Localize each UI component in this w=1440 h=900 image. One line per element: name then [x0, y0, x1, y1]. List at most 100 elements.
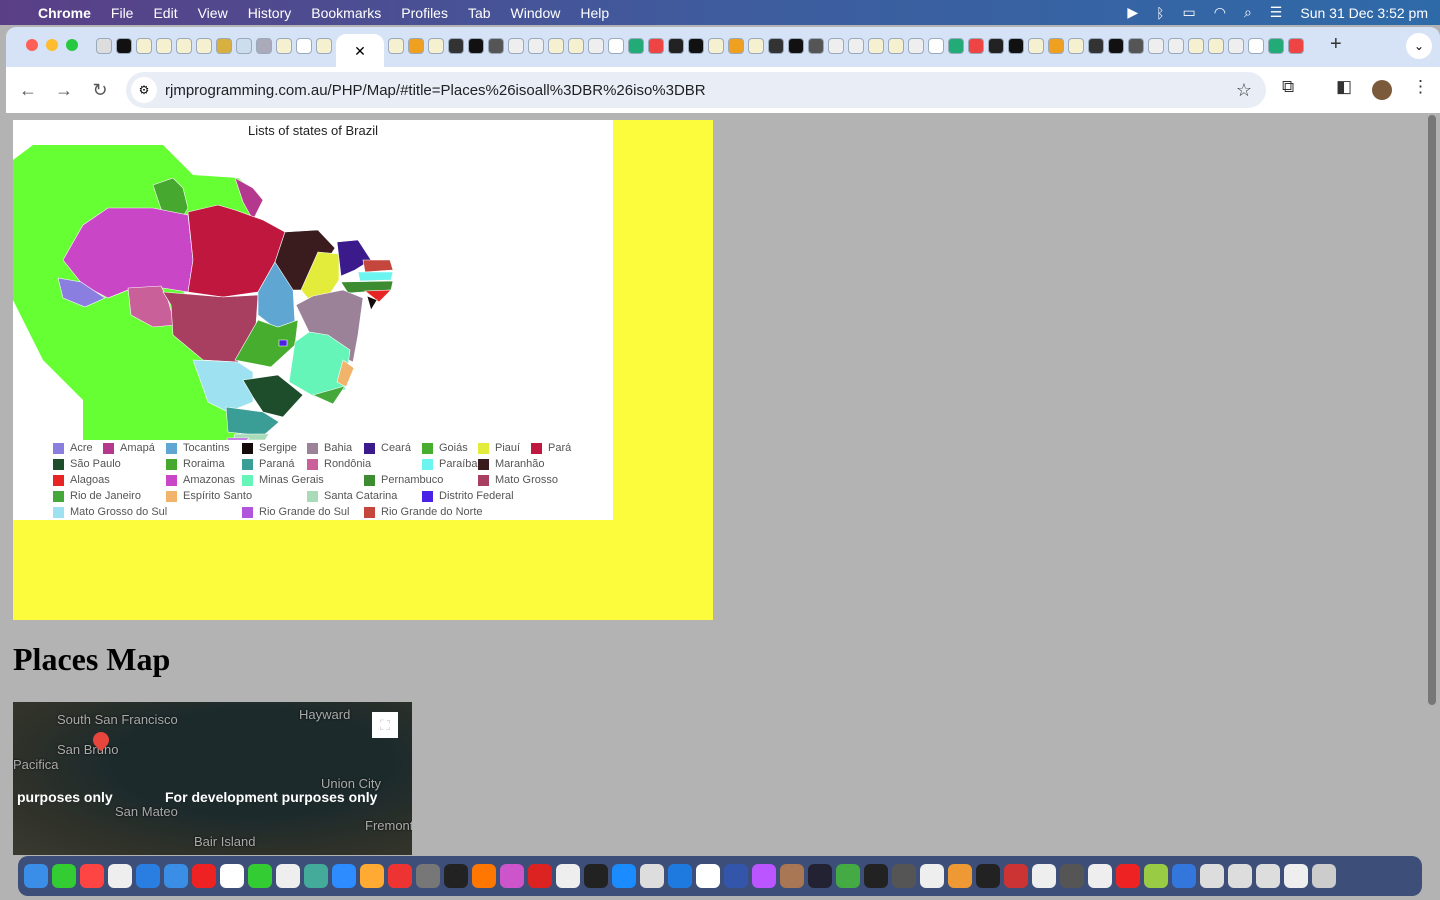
dock-app-icon[interactable] — [948, 864, 972, 888]
profile-avatar[interactable] — [1372, 80, 1392, 100]
dock-app-icon[interactable] — [976, 864, 1000, 888]
close-tab-icon[interactable]: ✕ — [354, 43, 366, 60]
dock-app-icon[interactable] — [1284, 864, 1308, 888]
dock-app-icon[interactable] — [920, 864, 944, 888]
menu-tab[interactable]: Tab — [468, 5, 491, 21]
dock-app-icon[interactable] — [836, 864, 860, 888]
tab-favicon[interactable] — [1188, 38, 1204, 54]
dock-app-icon[interactable] — [1312, 864, 1336, 888]
dock-app-icon[interactable] — [416, 864, 440, 888]
menu-edit[interactable]: Edit — [153, 5, 177, 21]
tab-favicon[interactable] — [928, 38, 944, 54]
extensions-icon[interactable]: ⧉ — [1282, 77, 1294, 97]
tab-favicon[interactable] — [296, 38, 312, 54]
dock-app-icon[interactable] — [808, 864, 832, 888]
bookmark-star-icon[interactable]: ☆ — [1236, 80, 1252, 101]
tab-favicon[interactable] — [488, 38, 504, 54]
site-settings-icon[interactable]: ⚙ — [131, 77, 157, 103]
address-bar[interactable]: ⚙ rjmprogramming.com.au/PHP/Map/#title=P… — [126, 72, 1266, 108]
menu-file[interactable]: File — [111, 5, 134, 21]
side-panel-icon[interactable]: ◧ — [1336, 77, 1352, 97]
tab-favicon[interactable] — [628, 38, 644, 54]
tab-favicon[interactable] — [868, 38, 884, 54]
dock-app-icon[interactable] — [388, 864, 412, 888]
tab-favicon[interactable] — [1168, 38, 1184, 54]
bluetooth-icon[interactable]: ᛒ — [1156, 5, 1164, 21]
tab-favicon[interactable] — [1048, 38, 1064, 54]
tab-favicon[interactable] — [848, 38, 864, 54]
menu-window[interactable]: Window — [511, 5, 561, 21]
tab-favicon[interactable] — [216, 38, 232, 54]
dock-app-icon[interactable] — [220, 864, 244, 888]
tab-favicon[interactable] — [96, 38, 112, 54]
tab-favicon[interactable] — [708, 38, 724, 54]
tab-favicon[interactable] — [768, 38, 784, 54]
dock-app-icon[interactable] — [1032, 864, 1056, 888]
tab-favicon[interactable] — [1128, 38, 1144, 54]
tab-favicon[interactable] — [588, 38, 604, 54]
tab-favicon[interactable] — [508, 38, 524, 54]
tab-favicon[interactable] — [236, 38, 252, 54]
tab-favicon[interactable] — [688, 38, 704, 54]
tab-favicon[interactable] — [136, 38, 152, 54]
control-center-icon[interactable]: ☰ — [1270, 4, 1283, 21]
tab-favicon[interactable] — [1008, 38, 1024, 54]
tab-favicon[interactable] — [648, 38, 664, 54]
dock-app-icon[interactable] — [892, 864, 916, 888]
google-map[interactable]: South San Francisco San Bruno Pacifica H… — [13, 702, 412, 855]
tab-favicon[interactable] — [968, 38, 984, 54]
dock-app-icon[interactable] — [472, 864, 496, 888]
tab-favicon[interactable] — [548, 38, 564, 54]
tab-favicon[interactable] — [116, 38, 132, 54]
tab-favicon[interactable] — [1288, 38, 1304, 54]
dock-app-icon[interactable] — [444, 864, 468, 888]
tab-favicon[interactable] — [668, 38, 684, 54]
forward-icon[interactable]: → — [46, 80, 82, 101]
dock-app-icon[interactable] — [528, 864, 552, 888]
dock-app-icon[interactable] — [1144, 864, 1168, 888]
dock-app-icon[interactable] — [864, 864, 888, 888]
clock[interactable]: Sun 31 Dec 3:52 pm — [1300, 5, 1428, 21]
tab-favicon[interactable] — [568, 38, 584, 54]
url-text[interactable]: rjmprogramming.com.au/PHP/Map/#title=Pla… — [165, 82, 706, 99]
dock-app-icon[interactable] — [1256, 864, 1280, 888]
tab-favicon[interactable] — [176, 38, 192, 54]
tab-favicon[interactable] — [988, 38, 1004, 54]
dock-app-icon[interactable] — [500, 864, 524, 888]
tab-favicon[interactable] — [1268, 38, 1284, 54]
tab-favicon[interactable] — [388, 38, 404, 54]
dock-app-icon[interactable] — [304, 864, 328, 888]
dock-app-icon[interactable] — [192, 864, 216, 888]
state-rio-grande-do-norte[interactable] — [362, 259, 394, 273]
tab-favicon[interactable] — [728, 38, 744, 54]
new-tab-button[interactable]: + — [1330, 33, 1342, 56]
tab-favicon[interactable] — [276, 38, 292, 54]
dock-app-icon[interactable] — [276, 864, 300, 888]
tab-favicon[interactable] — [428, 38, 444, 54]
tab-favicon[interactable] — [948, 38, 964, 54]
tab-favicon[interactable] — [788, 38, 804, 54]
dock-app-icon[interactable] — [332, 864, 356, 888]
search-icon[interactable]: ⌕ — [1244, 4, 1252, 21]
scrollbar[interactable] — [1428, 115, 1436, 705]
battery-icon[interactable]: ▭ — [1183, 4, 1196, 21]
dock-app-icon[interactable] — [612, 864, 636, 888]
dock-app-icon[interactable] — [1004, 864, 1028, 888]
tab-favicon[interactable] — [468, 38, 484, 54]
dock-app-icon[interactable] — [80, 864, 104, 888]
dock-app-icon[interactable] — [1172, 864, 1196, 888]
dock-app-icon[interactable] — [360, 864, 384, 888]
dock-app-icon[interactable] — [248, 864, 272, 888]
dock-app-icon[interactable] — [584, 864, 608, 888]
dock-app-icon[interactable] — [52, 864, 76, 888]
dock-app-icon[interactable] — [1116, 864, 1140, 888]
state-paraíba[interactable] — [357, 271, 394, 282]
menu-view[interactable]: View — [198, 5, 228, 21]
tab-favicon[interactable] — [196, 38, 212, 54]
dock-app-icon[interactable] — [780, 864, 804, 888]
dock-app-icon[interactable] — [696, 864, 720, 888]
reload-icon[interactable]: ↻ — [82, 80, 118, 101]
tab-favicon[interactable] — [1028, 38, 1044, 54]
dock-app-icon[interactable] — [108, 864, 132, 888]
tab-search-chevron-icon[interactable]: ⌄ — [1406, 33, 1432, 59]
